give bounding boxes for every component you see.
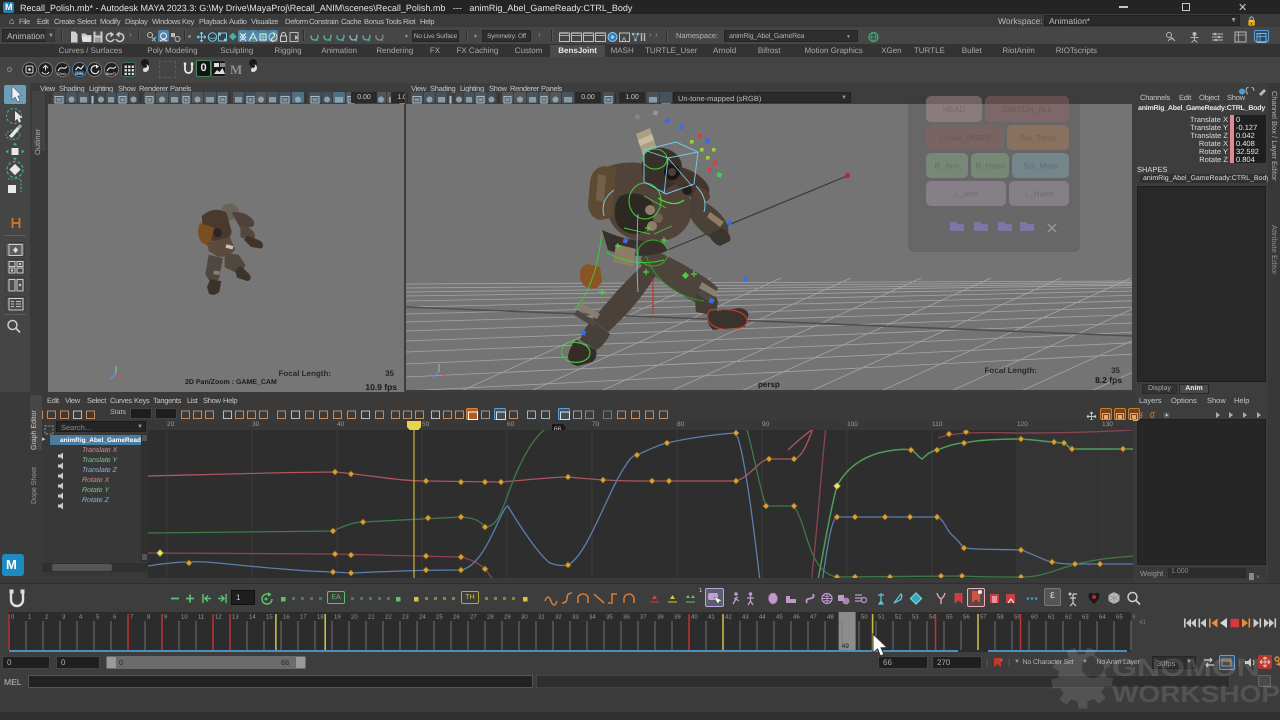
- svg-text:Loose_MGRS: Loose_MGRS: [940, 134, 990, 143]
- svg-text:22: 22: [385, 614, 392, 621]
- svg-text:34: 34: [589, 614, 596, 621]
- svg-text:49: 49: [842, 643, 850, 650]
- svg-text:47: 47: [810, 614, 817, 621]
- svg-text:46: 46: [793, 614, 800, 621]
- svg-text:44: 44: [759, 614, 766, 621]
- svg-text:41: 41: [708, 614, 715, 621]
- svg-text:20: 20: [351, 614, 358, 621]
- svg-text:50: 50: [861, 614, 868, 621]
- svg-text:MvwTi: MvwTi: [106, 72, 116, 76]
- svg-text:51: 51: [878, 614, 885, 621]
- svg-text:53: 53: [912, 614, 919, 621]
- svg-text:26: 26: [453, 614, 460, 621]
- svg-text:+: +: [1000, 658, 1004, 664]
- svg-text:45: 45: [776, 614, 783, 621]
- svg-text:14: 14: [249, 614, 256, 621]
- svg-text:31: 31: [538, 614, 545, 621]
- svg-text:HEAD: HEAD: [943, 105, 965, 114]
- svg-text:R_Hand: R_Hand: [975, 162, 1004, 171]
- svg-text:GNOMON: GNOMON: [1112, 654, 1260, 682]
- svg-text:37: 37: [640, 614, 647, 621]
- svg-text:Sel_Torso: Sel_Torso: [1020, 134, 1056, 143]
- svg-text:21: 21: [368, 614, 375, 621]
- svg-text:16: 16: [283, 614, 290, 621]
- svg-text:25: 25: [436, 614, 443, 621]
- svg-text:35: 35: [606, 614, 613, 621]
- svg-text:WORKSHOP: WORKSHOP: [1112, 681, 1280, 708]
- svg-text:17: 17: [300, 614, 307, 621]
- svg-text:L_Arm: L_Arm: [954, 190, 978, 199]
- svg-text:39: 39: [674, 614, 681, 621]
- svg-text:11: 11: [198, 614, 205, 621]
- svg-text:56: 56: [963, 614, 970, 621]
- svg-text:36: 36: [623, 614, 630, 621]
- svg-text:15: 15: [266, 614, 273, 621]
- svg-text:60: 60: [1031, 614, 1038, 621]
- svg-text:57: 57: [980, 614, 987, 621]
- svg-text:43: 43: [742, 614, 749, 621]
- svg-text:29: 29: [504, 614, 511, 621]
- svg-text:48: 48: [827, 614, 834, 621]
- svg-text:38: 38: [657, 614, 664, 621]
- svg-text:30: 30: [521, 614, 528, 621]
- svg-text:R_Arm: R_Arm: [935, 162, 960, 171]
- svg-text:Sel_More: Sel_More: [1023, 162, 1058, 171]
- svg-text:10: 10: [181, 614, 188, 621]
- svg-text:23: 23: [402, 614, 409, 621]
- svg-text:28: 28: [487, 614, 494, 621]
- svg-text:pose: pose: [76, 72, 84, 76]
- svg-text:Chrct: Chrct: [57, 72, 66, 76]
- svg-text:55: 55: [946, 614, 953, 621]
- svg-text:32: 32: [555, 614, 562, 621]
- svg-text:24: 24: [419, 614, 426, 621]
- svg-text:19: 19: [334, 614, 341, 621]
- svg-text:×: ×: [1256, 574, 1260, 581]
- svg-text:58: 58: [997, 614, 1004, 621]
- svg-text:SWITCH_ALL: SWITCH_ALL: [1002, 105, 1053, 114]
- svg-text:27: 27: [470, 614, 477, 621]
- svg-text:18: 18: [317, 614, 324, 621]
- svg-text:40: 40: [691, 614, 698, 621]
- svg-text:33: 33: [572, 614, 579, 621]
- svg-text:13: 13: [232, 614, 239, 621]
- svg-text:42: 42: [725, 614, 732, 621]
- svg-text:L_Hand: L_Hand: [1025, 190, 1053, 199]
- svg-text:52: 52: [895, 614, 902, 621]
- svg-text:12: 12: [215, 614, 222, 621]
